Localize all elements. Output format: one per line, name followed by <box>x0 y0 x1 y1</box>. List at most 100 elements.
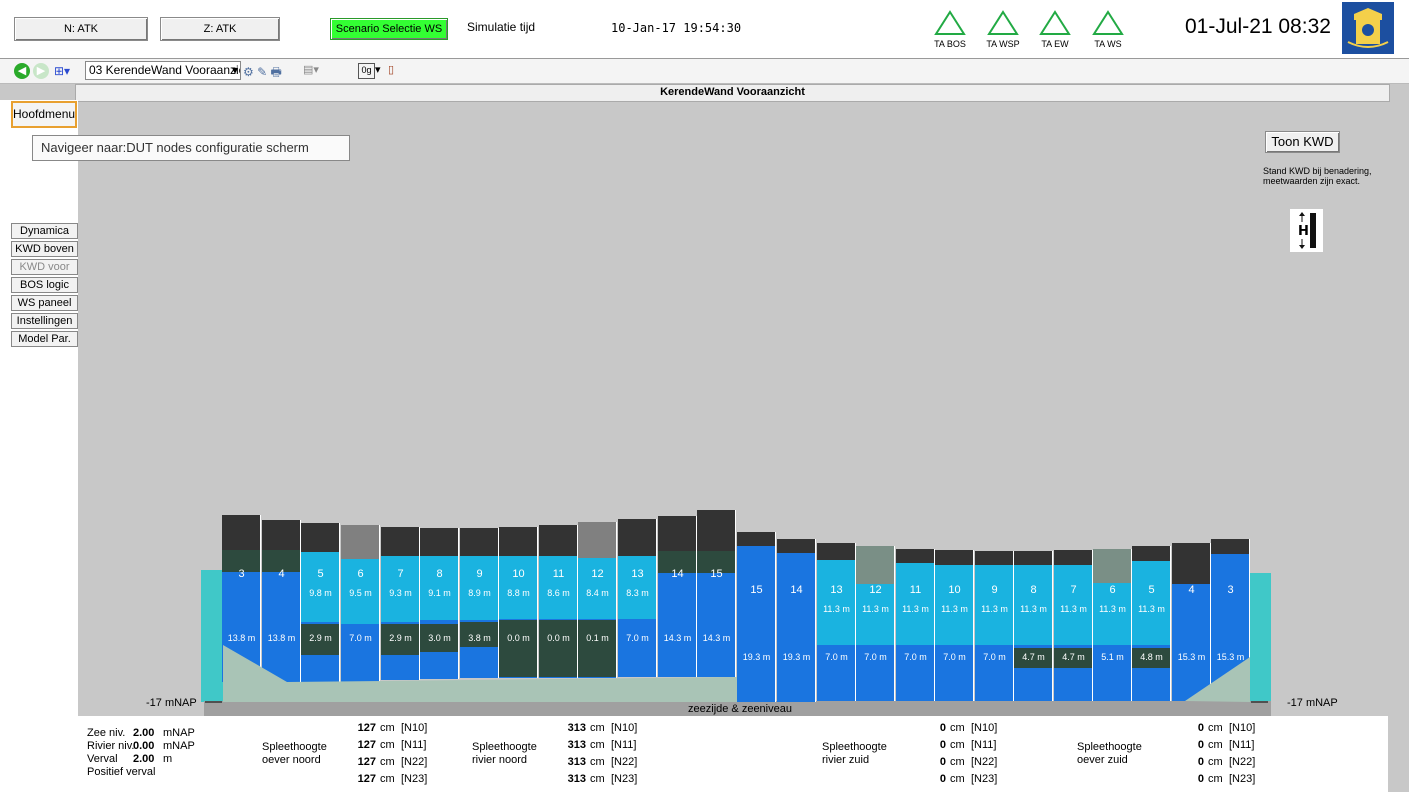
gate-cap <box>1093 549 1132 583</box>
gap-node: [N10] <box>971 722 998 734</box>
gap-unit: cm <box>590 773 605 785</box>
gate-number: 14 <box>790 584 803 596</box>
gap-node: [N23] <box>971 773 998 785</box>
gap-unit: cm <box>950 773 965 785</box>
gap-node: [N23] <box>611 773 638 785</box>
verval-label: Verval <box>87 753 118 765</box>
gate-cap <box>658 516 697 553</box>
rivier-niveau-label: Rivier niv. <box>87 740 135 752</box>
gate-cap <box>341 525 380 559</box>
gap-value: 0 <box>939 722 946 734</box>
gap-unit: cm <box>1208 756 1223 768</box>
rivier-niveau-value: 0.00 <box>133 740 155 752</box>
gap-node: [N11] <box>971 739 997 751</box>
gate-lower-section <box>539 620 578 677</box>
gate-body <box>777 553 816 702</box>
gap-node: [N11] <box>611 739 637 751</box>
zee-niveau-value: 2.00 <box>133 727 155 739</box>
gate-lower-value: 7.0 m <box>349 633 372 643</box>
gate-upper-value: 11.3 m <box>862 604 889 614</box>
gate-cap <box>975 551 1014 565</box>
gap-unit: cm <box>950 739 965 751</box>
gate-lower-value: 4.7 m <box>1062 652 1085 662</box>
gate-cap <box>222 515 261 552</box>
gate-lower-value: 14.3 m <box>702 633 731 643</box>
rivier-niveau-unit: mNAP <box>163 740 195 752</box>
kerende-wand-diagram: 3 13.8 m 4 13.8 m 5 9.8 m 2.9 m 6 9.5 m 7.0 m 7 9.3… <box>0 0 1409 792</box>
gate-upper-value: 8.3 m <box>626 588 649 598</box>
gate-number: 15 <box>750 584 763 596</box>
gate-lower-value: 5.1 m <box>1101 652 1124 662</box>
right-edge-pillar <box>1250 573 1271 702</box>
gate-lower-value: 4.8 m <box>1140 652 1163 662</box>
gate-lower-value: 15.3 m <box>1216 652 1245 662</box>
gate-number: 8 <box>1030 584 1037 596</box>
gap-value: 0 <box>939 756 946 768</box>
gate-number: 4 <box>1188 584 1195 596</box>
gap-title: Spleethoogte <box>822 741 887 753</box>
gate-cap <box>618 519 657 556</box>
gap-unit: cm <box>590 722 605 734</box>
gate-upper-value: 11.3 m <box>902 604 929 614</box>
gate-cap <box>381 527 420 556</box>
gap-value: 127 <box>357 722 376 734</box>
gate-cap <box>737 532 776 546</box>
gap-unit: cm <box>1208 739 1223 751</box>
gate-lower-value: 19.3 m <box>782 652 811 662</box>
gap-subtitle: rivier noord <box>472 754 528 766</box>
gate-number: 14 <box>671 568 684 580</box>
gate-lower-section <box>499 620 538 677</box>
gate-lower-section <box>578 620 617 677</box>
gate-cap <box>1211 539 1250 554</box>
gate-upper-value: 11.3 m <box>981 604 1008 614</box>
gap-value: 0 <box>1197 773 1204 785</box>
gap-node: [N11] <box>1229 739 1255 751</box>
gap-value: 313 <box>567 756 586 768</box>
gate-upper-section <box>1132 561 1171 645</box>
gate-number: 9 <box>476 568 483 580</box>
gap-node: [N23] <box>401 773 428 785</box>
gate-cap <box>301 523 340 552</box>
gate-lower-value: 7.0 m <box>825 652 848 662</box>
verval-value: 2.00 <box>133 753 155 765</box>
gap-node: [N10] <box>1229 722 1256 734</box>
gate-number: 12 <box>591 568 604 580</box>
gate-number: 9 <box>991 584 998 596</box>
gate-lower-value: 13.8 m <box>267 633 296 643</box>
gate-cap <box>935 550 974 565</box>
gap-node: [N10] <box>611 722 638 734</box>
gate-cap <box>539 525 578 556</box>
zee-niveau-unit: mNAP <box>163 727 195 739</box>
gap-value: 127 <box>357 773 376 785</box>
gate-upper-section <box>817 560 856 645</box>
gate-lower-value: 13.8 m <box>227 633 256 643</box>
gate-number: 11 <box>552 568 565 580</box>
gate-number: 10 <box>948 584 961 596</box>
left-scale-label: -17 mNAP <box>146 697 197 709</box>
gate-cap <box>856 546 895 584</box>
gate-upper-section <box>301 552 340 622</box>
gate-lower-value: 2.9 m <box>389 633 412 643</box>
gap-unit: cm <box>590 756 605 768</box>
gate-lower-value: 0.1 m <box>586 633 609 643</box>
gap-node: [N22] <box>611 756 638 768</box>
gap-node: [N10] <box>401 722 428 734</box>
gap-subtitle: oever noord <box>262 754 321 766</box>
gate-cap <box>697 510 736 553</box>
gate-cap <box>1132 546 1171 561</box>
gap-value: 127 <box>357 739 376 751</box>
gate-number: 13 <box>830 584 843 596</box>
zeezijde-label: zeezijde & zeeniveau <box>688 703 792 715</box>
gap-value: 313 <box>567 739 586 751</box>
gap-unit: cm <box>380 739 395 751</box>
gate-upper-value: 9.1 m <box>428 588 451 598</box>
gate-number: 12 <box>869 584 882 596</box>
gate-cap <box>499 527 538 556</box>
gap-value: 0 <box>1197 722 1204 734</box>
gate-number: 7 <box>397 568 404 580</box>
gap-value: 127 <box>357 756 376 768</box>
positief-verval-label: Positief verval <box>87 766 156 778</box>
gate-lower-value: 3.8 m <box>468 633 491 643</box>
gap-subtitle: rivier zuid <box>822 754 870 766</box>
zee-niveau-label: Zee niv. <box>87 727 126 739</box>
